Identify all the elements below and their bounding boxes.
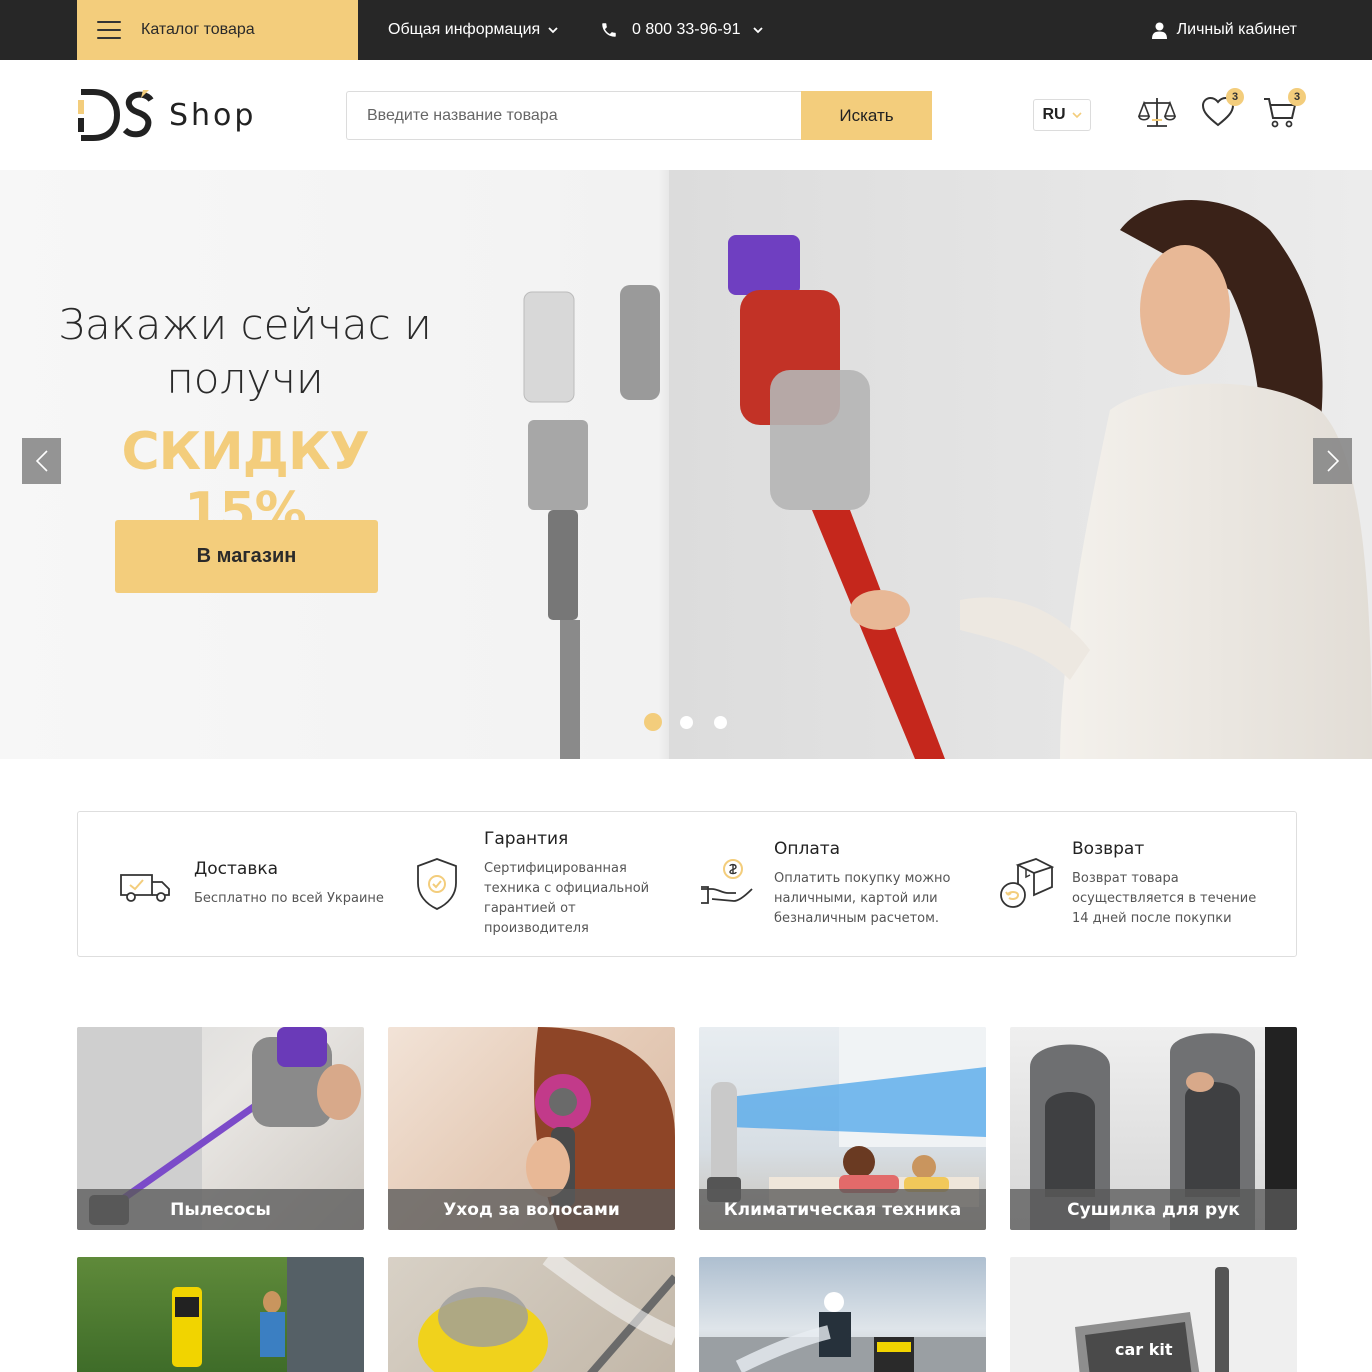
search-form: Искать: [346, 91, 932, 140]
search-button[interactable]: Искать: [801, 91, 932, 140]
catalog-label: Каталог товара: [141, 21, 255, 38]
category-label: Климатическая техника: [699, 1189, 986, 1230]
feature-desc: Возврат товара осуществляется в течение …: [1072, 871, 1257, 926]
chevron-left-icon: [35, 450, 48, 472]
feature-payment: Оплата Оплатить покупку можно наличными,…: [698, 812, 958, 956]
phone-number: 0 800 33-96-91: [632, 21, 741, 38]
general-info-menu[interactable]: Общая информация: [388, 0, 558, 60]
chevron-down-icon: [548, 26, 558, 33]
phone-icon: [602, 23, 616, 37]
menu-icon: [97, 21, 121, 39]
slider-next-button[interactable]: [1313, 438, 1352, 484]
feature-title: Оплата: [774, 839, 841, 859]
category-label: Пылесосы: [77, 1189, 364, 1230]
language-value: RU: [1042, 106, 1066, 123]
shield-icon: [417, 858, 457, 910]
features-panel: Доставка Бесплатно по всей Украине Гаран…: [77, 811, 1297, 957]
top-bar: Каталог товара Общая информация 0 800 33…: [0, 0, 1372, 60]
category-image: [699, 1292, 986, 1372]
logo-text: Shop: [169, 97, 257, 133]
catalog-button[interactable]: Каталог товара: [77, 0, 358, 60]
category-card-accessories[interactable]: car kit: [1010, 1257, 1297, 1372]
account-label: Личный кабинет: [1176, 21, 1297, 38]
slider-dot[interactable]: [714, 715, 727, 729]
cart-count-badge: 3: [1288, 88, 1306, 106]
slider-dots: [644, 713, 748, 731]
category-card-hand-dryers[interactable]: Сушилка для рук: [1010, 1027, 1297, 1230]
feature-delivery: Доставка Бесплатно по всей Украине: [118, 812, 384, 956]
chevron-down-icon: [752, 26, 763, 33]
category-image: car kit: [1075, 1267, 1229, 1372]
category-label: Уход за волосами: [388, 1189, 675, 1230]
category-label: Сушилка для рук: [1010, 1189, 1297, 1230]
feature-return: Возврат Возврат товара осуществляется в …: [996, 812, 1266, 956]
hero-slider: Закажи сейчас и получи СКИДКУ 15% В мага…: [0, 170, 1372, 759]
compare-button[interactable]: [1137, 94, 1178, 134]
feature-title: Гарантия: [484, 829, 569, 849]
feature-desc: Бесплатно по всей Украине: [194, 891, 384, 906]
hero-line-2: получи: [166, 354, 324, 403]
category-card-steam-cleaners[interactable]: [388, 1257, 675, 1372]
category-card-hair-care[interactable]: Уход за волосами: [388, 1027, 675, 1230]
search-input[interactable]: [346, 91, 801, 140]
feature-title: Возврат: [1072, 839, 1145, 859]
feature-desc: Сертифицированная техника с официальной …: [484, 861, 650, 936]
delivery-truck-icon: [120, 874, 170, 902]
header: Shop Искать RU 3 3: [0, 60, 1372, 170]
return-box-icon: [1000, 858, 1054, 908]
feature-warranty: Гарантия Сертифицированная техника с офи…: [408, 812, 678, 956]
language-select[interactable]: RU: [1033, 99, 1091, 131]
wishlist-button[interactable]: 3: [1200, 88, 1244, 134]
ds-logo-icon: [78, 89, 154, 141]
scales-icon: [1137, 98, 1177, 127]
user-icon: [1151, 22, 1167, 39]
category-image: [172, 1257, 364, 1372]
feature-desc: Оплатить покупку можно наличными, картой…: [774, 871, 951, 926]
chevron-down-icon: [1071, 111, 1082, 118]
wishlist-count-badge: 3: [1226, 88, 1244, 106]
slider-dot[interactable]: [644, 713, 662, 731]
logo[interactable]: Shop: [77, 85, 256, 145]
category-image: [418, 1257, 675, 1372]
phone-menu[interactable]: 0 800 33-96-91: [600, 0, 763, 60]
svg-text:car kit: car kit: [1115, 1340, 1173, 1359]
account-link[interactable]: Личный кабинет: [1151, 0, 1297, 60]
category-card-climate[interactable]: Климатическая техника: [699, 1027, 986, 1230]
category-card-pressure-washers[interactable]: [77, 1257, 364, 1372]
hero-line-1: Закажи сейчас и: [58, 300, 432, 349]
general-info-label: Общая информация: [388, 21, 541, 38]
hero-copy: Закажи сейчас и получи СКИДКУ 15%: [55, 298, 435, 542]
cart-button[interactable]: 3: [1262, 88, 1306, 134]
slider-dot[interactable]: [680, 715, 693, 729]
payment-hand-icon: [701, 859, 753, 904]
feature-title: Доставка: [194, 859, 279, 879]
slider-prev-button[interactable]: [22, 438, 61, 484]
shop-now-button[interactable]: В магазин: [115, 520, 378, 593]
category-card-pro-cleaning[interactable]: [699, 1257, 986, 1372]
category-card-vacuums[interactable]: Пылесосы: [77, 1027, 364, 1230]
chevron-right-icon: [1326, 450, 1339, 472]
